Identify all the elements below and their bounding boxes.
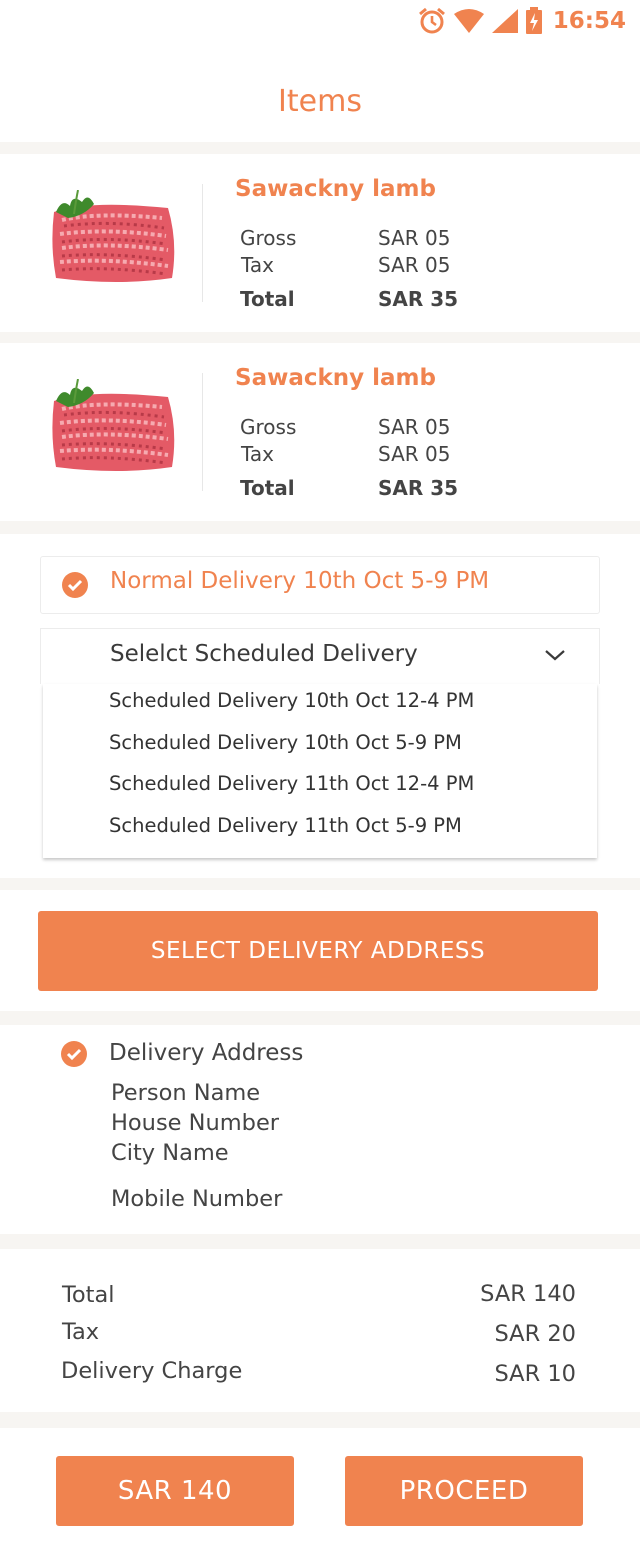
total-value: SAR 35 (378, 476, 459, 500)
tax-value: SAR 05 (378, 442, 451, 466)
tax-value: SAR 05 (378, 253, 451, 277)
address-city-name: City Name (111, 1140, 229, 1166)
minced-meat-image (52, 190, 175, 282)
normal-delivery-option[interactable]: Normal Delivery 10th Oct 5-9 PM (40, 556, 600, 614)
wifi-icon (453, 9, 484, 33)
total-value: SAR 140 (480, 1281, 576, 1307)
separator (0, 1234, 640, 1249)
status-bar: 16:54 (0, 0, 640, 42)
item-name: Sawackny lamb (235, 176, 436, 202)
scheduled-option[interactable]: Scheduled Delivery 11th Oct 5-9 PM (109, 814, 462, 837)
total-label: Total (240, 287, 295, 311)
address-mobile-number: Mobile Number (111, 1186, 283, 1212)
cart-item[interactable]: Sawackny lamb Gross SAR 05 Tax SAR 05 To… (0, 154, 640, 332)
gross-value: SAR 05 (378, 415, 451, 439)
separator (0, 878, 640, 890)
tax-label: Tax (241, 442, 274, 466)
gross-value: SAR 05 (378, 226, 451, 250)
check-circle-icon (61, 1041, 87, 1067)
status-time: 16:54 (552, 8, 626, 34)
gross-label: Gross (240, 415, 297, 439)
separator (0, 1011, 640, 1025)
total-value: SAR 35 (378, 287, 459, 311)
status-icons: 16:54 (417, 6, 626, 36)
scheduled-delivery-title: Selelct Scheduled Delivery (110, 641, 418, 667)
address-house-number: House Number (111, 1110, 280, 1136)
minced-meat-image (52, 379, 175, 471)
battery-charging-icon (525, 7, 542, 34)
separator (0, 1412, 640, 1428)
delivery-charge-value: SAR 10 (494, 1361, 576, 1387)
total-label: Total (240, 476, 295, 500)
item-name: Sawackny lamb (235, 365, 436, 391)
separator (0, 521, 640, 534)
select-delivery-address-button[interactable]: SELECT DELIVERY ADDRESS (38, 911, 598, 991)
total-amount-button[interactable]: SAR 140 (56, 1456, 294, 1526)
total-label: Total (62, 1282, 115, 1308)
scheduled-option[interactable]: Scheduled Delivery 10th Oct 5-9 PM (109, 731, 462, 754)
tax-value: SAR 20 (494, 1321, 576, 1347)
page-title: Items (278, 84, 362, 119)
scheduled-option[interactable]: Scheduled Delivery 11th Oct 12-4 PM (109, 772, 474, 795)
delivery-charge-label: Delivery Charge (61, 1358, 243, 1384)
scheduled-delivery-select[interactable]: Selelct Scheduled Delivery (40, 628, 600, 684)
cell-signal-icon (491, 9, 518, 33)
address-person-name: Person Name (111, 1080, 261, 1106)
item-divider (202, 373, 203, 491)
item-divider (202, 184, 203, 302)
tax-label: Tax (241, 253, 274, 277)
alarm-icon (418, 7, 445, 34)
normal-delivery-label: Normal Delivery 10th Oct 5-9 PM (110, 568, 490, 594)
scheduled-option[interactable]: Scheduled Delivery 10th Oct 12-4 PM (109, 689, 474, 712)
chevron-down-icon (545, 650, 565, 661)
cart-item[interactable]: Sawackny lamb Gross SAR 05 Tax SAR 05 To… (0, 343, 640, 521)
tax-label: Tax (62, 1319, 100, 1345)
delivery-address-title: Delivery Address (109, 1040, 304, 1066)
gross-label: Gross (240, 226, 297, 250)
proceed-button[interactable]: PROCEED (345, 1456, 583, 1526)
separator (0, 142, 640, 154)
separator (0, 332, 640, 343)
check-circle-icon (62, 572, 88, 598)
scheduled-delivery-menu: Scheduled Delivery 10th Oct 12-4 PM Sche… (43, 684, 597, 858)
